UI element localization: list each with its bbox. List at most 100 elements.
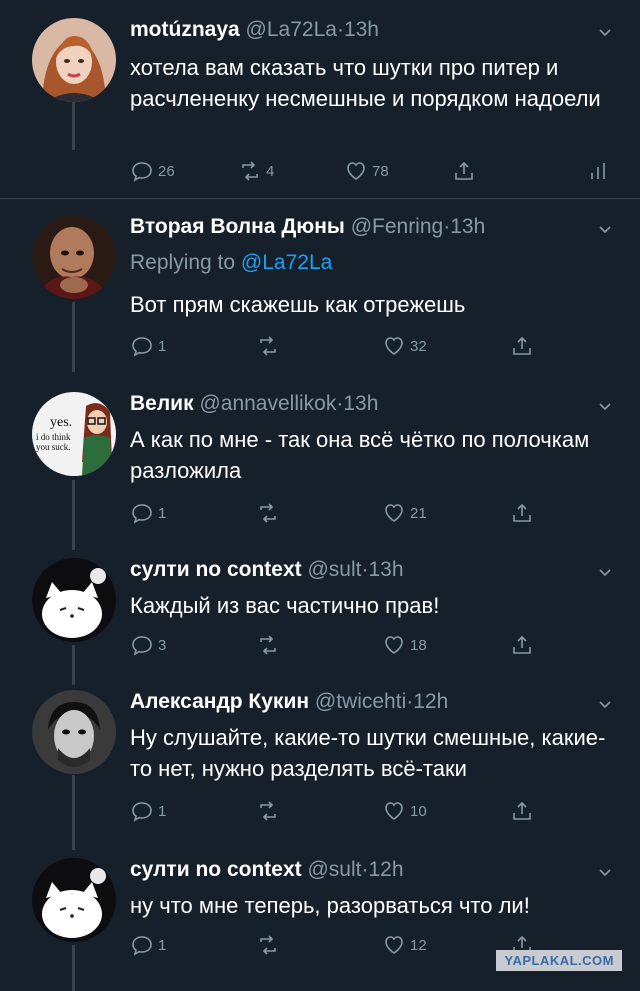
- author-handle[interactable]: @sult: [307, 858, 361, 881]
- heart-icon: [385, 636, 403, 654]
- retweet-icon: [260, 935, 276, 955]
- chevron-down-icon[interactable]: [598, 698, 612, 712]
- like-button[interactable]: 21: [382, 498, 427, 528]
- author-handle[interactable]: @Fenring: [351, 215, 444, 238]
- avatar[interactable]: [32, 858, 116, 942]
- retweet-button[interactable]: [256, 796, 280, 826]
- tweet[interactable]: султи no context @sult·13h Каждый из вас…: [0, 558, 640, 678]
- tweet-header: султи no context @sult·13h: [130, 558, 404, 592]
- author-handle[interactable]: @twicehti: [315, 690, 406, 713]
- retweet-button[interactable]: [256, 630, 280, 660]
- share-icon: [455, 161, 473, 180]
- author-handle[interactable]: @annavellikok: [199, 392, 336, 415]
- like-button[interactable]: 32: [382, 331, 427, 361]
- tweet-actions: 1 21: [130, 498, 620, 528]
- tweet-text: Ну слушайте, какие-то шутки смешные, как…: [130, 725, 606, 781]
- avatar[interactable]: [32, 18, 116, 102]
- svg-text:you suck.: you suck.: [36, 442, 71, 452]
- like-count: 10: [410, 802, 427, 820]
- tweet-header: Велик @annavellikok·13h: [130, 392, 378, 426]
- chevron-down-icon[interactable]: [598, 223, 612, 237]
- retweet-icon: [260, 801, 276, 821]
- reply-icon: [132, 802, 152, 822]
- reply-icon: [132, 337, 152, 357]
- author-name[interactable]: султи no context: [130, 858, 302, 881]
- tweet-text: ну что мне теперь, разорваться что ли!: [130, 893, 530, 918]
- reply-button[interactable]: 1: [130, 930, 166, 960]
- timestamp[interactable]: 12h: [413, 690, 448, 713]
- replying-to: Replying to @La72La: [130, 251, 332, 275]
- reply-count: 3: [158, 636, 167, 654]
- heart-icon: [347, 162, 365, 180]
- reply-count: 1: [158, 337, 167, 355]
- timestamp[interactable]: 13h: [343, 392, 378, 415]
- reply-button[interactable]: 1: [130, 796, 166, 826]
- svg-text:yes.: yes.: [50, 415, 72, 430]
- tweet-header: Александр Кукин @twicehti·12h: [130, 690, 448, 724]
- author-name[interactable]: Александр Кукин: [130, 690, 309, 713]
- like-count: 18: [410, 636, 427, 654]
- like-count: 21: [410, 504, 427, 522]
- avatar[interactable]: [32, 558, 116, 642]
- tweet-text: Вот прям скажешь как отрежешь: [130, 292, 466, 317]
- like-button[interactable]: 78: [344, 156, 389, 186]
- chevron-down-icon[interactable]: [598, 26, 612, 40]
- tweet-actions: 1 32: [130, 331, 620, 361]
- tweet[interactable]: Александр Кукин @twicehti·12h Ну слушайт…: [0, 690, 640, 840]
- avatar[interactable]: [32, 690, 116, 774]
- author-name[interactable]: Вторая Волна Дюны: [130, 215, 345, 238]
- chevron-down-icon[interactable]: [598, 400, 612, 414]
- tweet-text: Каждый из вас частично прав!: [130, 593, 440, 618]
- author-name[interactable]: Велик: [130, 392, 194, 415]
- retweet-button[interactable]: [256, 930, 280, 960]
- reply-button[interactable]: 3: [130, 630, 166, 660]
- share-button[interactable]: [452, 156, 476, 186]
- like-button[interactable]: 18: [382, 630, 427, 660]
- retweet-button[interactable]: [256, 331, 280, 361]
- share-button[interactable]: [510, 331, 534, 361]
- retweet-icon: [260, 503, 276, 523]
- tweet-actions: 3 18: [130, 630, 620, 660]
- author-name[interactable]: султи no context: [130, 558, 302, 581]
- chevron-down-icon[interactable]: [598, 566, 612, 580]
- tweet-header: Вторая Волна Дюны @Fenring·13h: [130, 215, 485, 249]
- share-button[interactable]: [510, 498, 534, 528]
- watermark: YAPLAKAL.COM: [496, 950, 622, 971]
- share-button[interactable]: [510, 796, 534, 826]
- reply-button[interactable]: 1: [130, 331, 166, 361]
- like-button[interactable]: 10: [382, 796, 427, 826]
- separator: ·: [336, 18, 344, 41]
- reply-button[interactable]: 1: [130, 498, 166, 528]
- tweet[interactable]: yes. i do think you suck. Велик @annavel…: [0, 392, 640, 542]
- retweet-button[interactable]: 4: [238, 156, 274, 186]
- reply-count: 1: [158, 504, 167, 522]
- timestamp[interactable]: 13h: [450, 215, 485, 238]
- like-button[interactable]: 12: [382, 930, 427, 960]
- timestamp[interactable]: 12h: [368, 858, 403, 881]
- tweet[interactable]: Вторая Волна Дюны @Fenring·13h Replying …: [0, 215, 640, 375]
- like-count: 12: [410, 936, 427, 954]
- tweet[interactable]: motúznaya @La72La·13h хотела вам сказать…: [0, 18, 640, 198]
- avatar[interactable]: yes. i do think you suck.: [32, 392, 116, 476]
- author-name[interactable]: motúznaya: [130, 18, 240, 41]
- share-icon: [513, 503, 531, 522]
- tweet-header: султи no context @sult·12h: [130, 858, 404, 892]
- chevron-down-icon[interactable]: [598, 866, 612, 880]
- retweet-button[interactable]: [256, 498, 280, 528]
- author-handle[interactable]: @sult: [307, 558, 361, 581]
- tweet-header: motúznaya @La72La·13h: [130, 18, 379, 52]
- share-button[interactable]: [510, 630, 534, 660]
- analytics-button[interactable]: [586, 156, 610, 186]
- reply-count: 1: [158, 936, 167, 954]
- share-icon: [513, 635, 531, 654]
- author-handle[interactable]: @La72La: [246, 18, 337, 41]
- replying-handle[interactable]: @La72La: [241, 251, 332, 274]
- like-count: 32: [410, 337, 427, 355]
- reply-button[interactable]: 26: [130, 156, 175, 186]
- share-icon: [513, 336, 531, 355]
- svg-text:i do think: i do think: [36, 432, 71, 442]
- timestamp[interactable]: 13h: [368, 558, 403, 581]
- avatar[interactable]: [32, 215, 116, 299]
- timestamp[interactable]: 13h: [344, 18, 379, 41]
- retweet-icon: [260, 336, 276, 356]
